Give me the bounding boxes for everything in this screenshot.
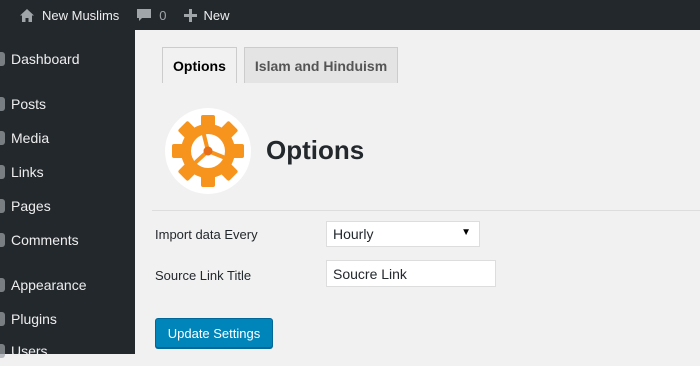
import-frequency-select[interactable]: Hourly ▼ — [326, 221, 480, 247]
sidebar-item-label: Users — [11, 343, 48, 359]
sidebar-item-plugins[interactable]: Plugins — [0, 304, 135, 334]
posts-icon — [0, 97, 5, 111]
admin-bar: New Muslims 0 New — [0, 0, 700, 30]
sidebar-item-label: Posts — [11, 96, 47, 112]
source-link-title-input[interactable] — [326, 260, 496, 287]
comment-icon — [137, 8, 152, 21]
page-title: Options — [266, 135, 365, 165]
site-name-link[interactable]: New Muslims — [19, 0, 119, 30]
sidebar-item-label: Dashboard — [11, 51, 80, 67]
gear-icon — [172, 115, 244, 187]
plugins-icon — [0, 312, 5, 326]
tab-bar: Options Islam and Hinduism — [162, 47, 405, 83]
site-name-label: New Muslims — [42, 7, 120, 23]
sidebar-item-appearance[interactable]: Appearance — [0, 270, 135, 300]
appearance-icon — [0, 278, 5, 292]
tab-options[interactable]: Options — [162, 47, 237, 83]
tab-islam-and-hinduism[interactable]: Islam and Hinduism — [243, 47, 399, 83]
sidebar-item-posts[interactable]: Posts — [0, 89, 135, 119]
users-icon — [0, 344, 5, 358]
admin-sidebar: Dashboard Posts Media Links Pages Commen… — [0, 30, 135, 359]
sidebar-item-dashboard[interactable]: Dashboard — [0, 44, 135, 74]
sidebar-item-label: Pages — [11, 198, 51, 214]
sidebar-item-label: Plugins — [11, 311, 57, 327]
import-frequency-value: Hourly — [333, 226, 374, 242]
media-icon — [0, 131, 5, 145]
sidebar-item-label: Media — [11, 130, 50, 146]
divider — [152, 210, 700, 211]
new-content-link[interactable]: New — [183, 0, 230, 30]
home-icon — [20, 8, 34, 22]
import-frequency-label: Import data Every — [155, 227, 258, 242]
sidebar-item-comments[interactable]: Comments — [0, 225, 135, 255]
sidebar-item-pages[interactable]: Pages — [0, 191, 135, 221]
pages-icon — [0, 199, 5, 213]
main-content: Options Islam and Hinduism Options Impor… — [135, 30, 700, 354]
dropdown-arrow-icon: ▼ — [461, 227, 471, 238]
new-label: New — [203, 7, 230, 23]
sidebar-item-links[interactable]: Links — [0, 157, 135, 187]
comments-count: 0 — [159, 7, 167, 23]
source-link-title-label: Source Link Title — [155, 268, 252, 283]
sidebar-item-label: Appearance — [11, 277, 87, 293]
plus-icon — [183, 8, 197, 22]
sidebar-item-media[interactable]: Media — [0, 123, 135, 153]
update-settings-button[interactable]: Update Settings — [155, 318, 273, 348]
comments-link[interactable]: 0 — [136, 0, 167, 30]
sidebar-item-label: Comments — [11, 232, 79, 248]
links-icon — [0, 165, 5, 179]
comments-icon — [0, 233, 5, 247]
sidebar-item-label: Links — [11, 164, 44, 180]
plugin-logo — [165, 108, 251, 194]
dashboard-icon — [0, 52, 5, 66]
sidebar-item-users[interactable]: Users — [0, 336, 135, 366]
